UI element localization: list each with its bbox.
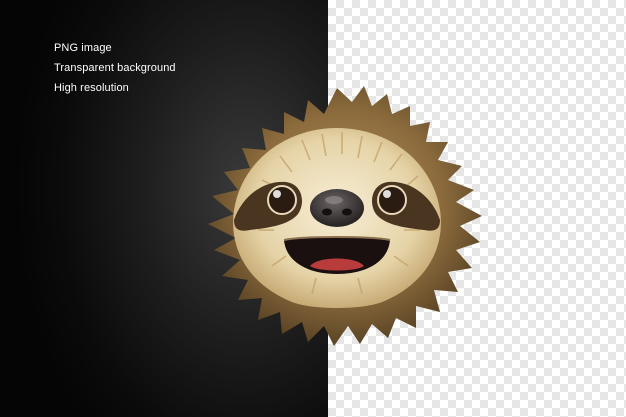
right-eye: [377, 185, 407, 215]
left-eye: [267, 185, 297, 215]
feature-item-transparent: Transparent background: [54, 62, 176, 74]
nose: [310, 189, 364, 227]
feature-item-png: PNG image: [54, 42, 112, 54]
sloth-head-illustration: [208, 86, 482, 346]
feature-item-resolution: High resolution: [54, 82, 129, 94]
feature-list: PNG image Transparent background High re…: [54, 38, 176, 98]
